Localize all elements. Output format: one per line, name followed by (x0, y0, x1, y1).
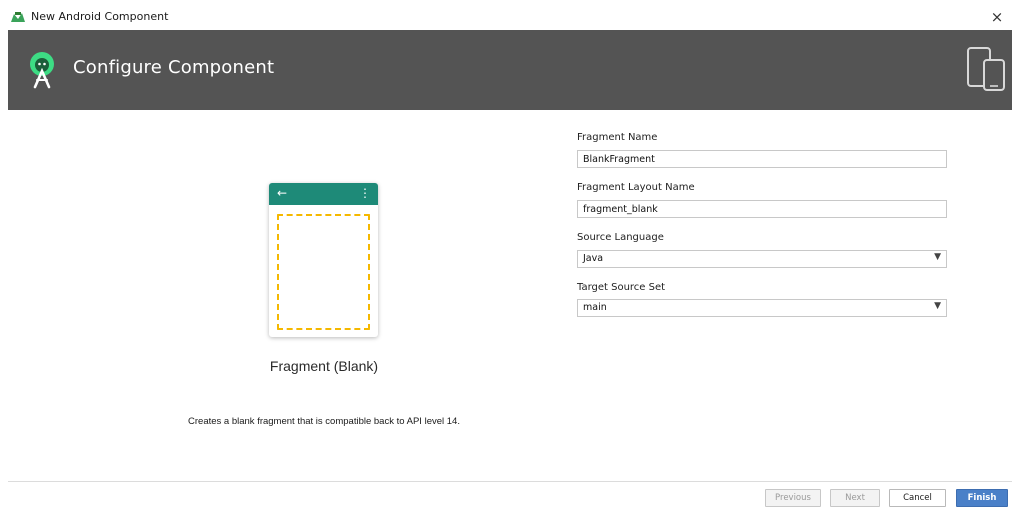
back-arrow-icon: ← (277, 186, 288, 200)
dialog-footer: Previous Next Cancel Finish (8, 482, 1012, 509)
cancel-button[interactable]: Cancel (889, 489, 946, 507)
android-studio-icon (30, 52, 54, 89)
page-title: Configure Component (73, 57, 275, 78)
preview-app-bar: ← ⋮ (269, 183, 378, 205)
fragment-layout-name-label: Fragment Layout Name (577, 182, 695, 193)
devices-icon (967, 47, 1005, 91)
target-source-set-label: Target Source Set (577, 282, 666, 293)
dropdown-arrow-icon: ▼ (934, 252, 941, 262)
window-title: New Android Component (31, 10, 169, 23)
previous-button[interactable]: Previous (765, 489, 821, 507)
android-app-icon (11, 12, 25, 22)
dialog-header: Configure Component (8, 30, 1012, 110)
fragment-name-label: Fragment Name (577, 132, 658, 143)
fragment-placeholder (277, 214, 370, 330)
fragment-name-input[interactable] (577, 150, 947, 168)
overflow-menu-icon: ⋮ (359, 186, 371, 200)
template-description: Creates a blank fragment that is compati… (188, 416, 460, 427)
target-source-set-select[interactable]: main ▼ (577, 299, 947, 317)
dialog-window: New Android Component × Configure Compon… (0, 0, 1012, 509)
content-area: ← ⋮ Fragment (Blank) Creates a blank fra… (8, 110, 1012, 482)
source-language-value: Java (583, 253, 604, 264)
next-button[interactable]: Next (830, 489, 880, 507)
fragment-layout-name-input[interactable] (577, 200, 947, 218)
source-language-select[interactable]: Java ▼ (577, 250, 947, 268)
source-language-label: Source Language (577, 232, 664, 243)
target-source-set-value: main (583, 302, 607, 313)
close-icon[interactable]: × (988, 7, 1006, 27)
finish-button[interactable]: Finish (956, 489, 1008, 507)
fragment-preview: ← ⋮ (269, 183, 378, 337)
title-bar: New Android Component × (0, 6, 1012, 30)
template-name: Fragment (Blank) (269, 358, 379, 374)
dropdown-arrow-icon: ▼ (934, 301, 941, 311)
